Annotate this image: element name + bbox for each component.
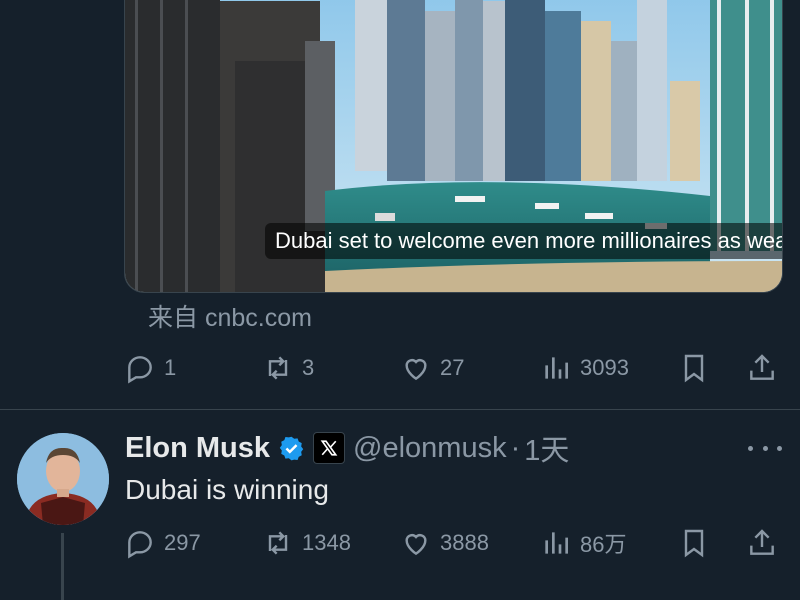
repost-icon [268, 356, 288, 380]
like-button[interactable]: 27 [400, 348, 464, 388]
repost-button[interactable]: 3 [262, 348, 314, 388]
bookmark-icon [684, 354, 704, 383]
like-button[interactable]: 3888 [400, 523, 489, 563]
repost-icon [268, 531, 288, 555]
share-icon [750, 529, 774, 555]
bookmark-icon [684, 529, 704, 558]
reply-button[interactable]: 297 [124, 523, 201, 563]
share-button[interactable] [746, 348, 778, 388]
tweet-timestamp[interactable]: 1天 [524, 427, 569, 469]
reply-icon [128, 531, 152, 559]
views-button[interactable]: 3093 [540, 348, 629, 388]
tweet-text: Dubai is winning [125, 474, 329, 505]
avatar[interactable] [17, 433, 109, 525]
more-options-icon[interactable] [748, 436, 782, 460]
like-count: 3888 [440, 530, 489, 555]
reply-icon [128, 356, 152, 384]
tweet-action-bar: 297 1348 3888 86万 [124, 523, 784, 563]
bookmark-button[interactable] [678, 523, 710, 563]
quoted-tweet-action-bar: 1 3 27 3093 [124, 348, 784, 388]
views-count: 3093 [580, 355, 629, 380]
x-logo-icon[interactable] [313, 432, 346, 464]
display-name[interactable]: Elon Musk [125, 432, 270, 465]
tweet-divider [0, 409, 800, 410]
views-button[interactable]: 86万 [540, 523, 626, 563]
user-handle[interactable]: @elonmusk [353, 432, 507, 465]
share-icon [750, 354, 774, 380]
bookmark-button[interactable] [678, 348, 710, 388]
link-source[interactable]: 来自 cnbc.com [148, 302, 312, 334]
tweet-header: Elon Musk @elonmusk · 1天 [125, 428, 569, 468]
share-button[interactable] [746, 523, 778, 563]
views-icon [545, 532, 568, 554]
heart-icon [405, 359, 427, 381]
heart-icon [405, 534, 427, 556]
repost-count: 1348 [302, 530, 351, 555]
like-count: 27 [440, 355, 465, 380]
reply-count: 297 [164, 530, 201, 555]
repost-count: 3 [302, 355, 315, 380]
link-preview-card[interactable]: Dubai set to welcome even more millionai… [124, 0, 783, 293]
reply-button[interactable]: 1 [124, 348, 176, 388]
views-icon [545, 357, 568, 379]
header-separator: · [510, 431, 521, 464]
timeline: Dubai set to welcome even more millionai… [0, 0, 800, 600]
verified-badge-icon[interactable] [278, 435, 305, 462]
reply-count: 1 [164, 355, 177, 380]
link-card-title[interactable]: Dubai set to welcome even more millionai… [265, 223, 782, 259]
thread-line [61, 533, 64, 600]
avatar-image [17, 433, 109, 525]
repost-button[interactable]: 1348 [262, 523, 351, 563]
views-count: 86万 [580, 532, 627, 557]
